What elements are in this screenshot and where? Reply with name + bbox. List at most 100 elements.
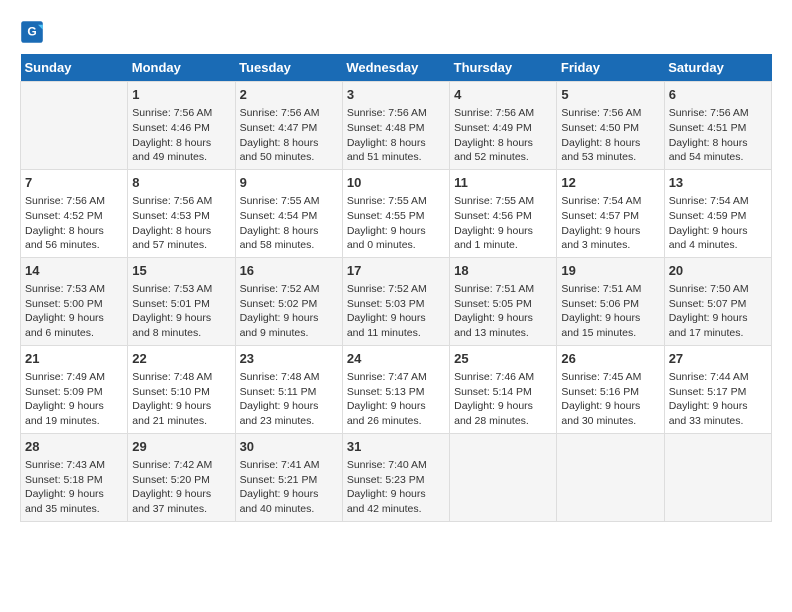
header-sunday: Sunday (21, 54, 128, 82)
cell-content: Sunrise: 7:48 AMSunset: 5:10 PMDaylight:… (132, 370, 230, 429)
day-number: 19 (561, 262, 659, 280)
calendar-cell: 10 Sunrise: 7:55 AMSunset: 4:55 PMDayligh… (342, 169, 449, 257)
day-number: 14 (25, 262, 123, 280)
cell-content: Sunrise: 7:56 AMSunset: 4:50 PMDaylight:… (561, 106, 659, 165)
cell-content: Sunrise: 7:56 AMSunset: 4:52 PMDaylight:… (25, 194, 123, 253)
calendar-cell (557, 433, 664, 521)
day-number: 22 (132, 350, 230, 368)
cell-content: Sunrise: 7:54 AMSunset: 4:57 PMDaylight:… (561, 194, 659, 253)
calendar-cell: 4 Sunrise: 7:56 AMSunset: 4:49 PMDaylight… (450, 82, 557, 170)
page-header: G (20, 20, 772, 44)
logo-icon: G (20, 20, 44, 44)
day-number: 28 (25, 438, 123, 456)
calendar-cell: 14 Sunrise: 7:53 AMSunset: 5:00 PMDayligh… (21, 257, 128, 345)
cell-content: Sunrise: 7:44 AMSunset: 5:17 PMDaylight:… (669, 370, 767, 429)
day-number: 18 (454, 262, 552, 280)
cell-content: Sunrise: 7:43 AMSunset: 5:18 PMDaylight:… (25, 458, 123, 517)
calendar-cell: 5 Sunrise: 7:56 AMSunset: 4:50 PMDaylight… (557, 82, 664, 170)
day-number: 31 (347, 438, 445, 456)
day-number: 7 (25, 174, 123, 192)
day-number: 16 (240, 262, 338, 280)
calendar-cell: 13 Sunrise: 7:54 AMSunset: 4:59 PMDayligh… (664, 169, 771, 257)
calendar-cell: 29 Sunrise: 7:42 AMSunset: 5:20 PMDayligh… (128, 433, 235, 521)
week-row-1: 7 Sunrise: 7:56 AMSunset: 4:52 PMDaylight… (21, 169, 772, 257)
cell-content: Sunrise: 7:47 AMSunset: 5:13 PMDaylight:… (347, 370, 445, 429)
cell-content: Sunrise: 7:53 AMSunset: 5:00 PMDaylight:… (25, 282, 123, 341)
calendar-cell: 23 Sunrise: 7:48 AMSunset: 5:11 PMDayligh… (235, 345, 342, 433)
day-number: 2 (240, 86, 338, 104)
calendar-cell: 21 Sunrise: 7:49 AMSunset: 5:09 PMDayligh… (21, 345, 128, 433)
cell-content: Sunrise: 7:55 AMSunset: 4:56 PMDaylight:… (454, 194, 552, 253)
cell-content: Sunrise: 7:56 AMSunset: 4:47 PMDaylight:… (240, 106, 338, 165)
cell-content: Sunrise: 7:54 AMSunset: 4:59 PMDaylight:… (669, 194, 767, 253)
cell-content: Sunrise: 7:56 AMSunset: 4:49 PMDaylight:… (454, 106, 552, 165)
header-thursday: Thursday (450, 54, 557, 82)
calendar-cell: 19 Sunrise: 7:51 AMSunset: 5:06 PMDayligh… (557, 257, 664, 345)
day-number: 5 (561, 86, 659, 104)
calendar-cell: 6Sunrise: 7:56 AMSunset: 4:51 PMDaylight… (664, 82, 771, 170)
day-number: 9 (240, 174, 338, 192)
calendar-cell: 3 Sunrise: 7:56 AMSunset: 4:48 PMDaylight… (342, 82, 449, 170)
header-wednesday: Wednesday (342, 54, 449, 82)
calendar-cell: 12 Sunrise: 7:54 AMSunset: 4:57 PMDayligh… (557, 169, 664, 257)
day-number: 24 (347, 350, 445, 368)
day-number: 17 (347, 262, 445, 280)
calendar-table: SundayMondayTuesdayWednesdayThursdayFrid… (20, 54, 772, 522)
day-number: 15 (132, 262, 230, 280)
cell-content: Sunrise: 7:42 AMSunset: 5:20 PMDaylight:… (132, 458, 230, 517)
cell-content: Sunrise: 7:55 AMSunset: 4:54 PMDaylight:… (240, 194, 338, 253)
day-number: 26 (561, 350, 659, 368)
calendar-cell: 8 Sunrise: 7:56 AMSunset: 4:53 PMDaylight… (128, 169, 235, 257)
cell-content: Sunrise: 7:56 AMSunset: 4:48 PMDaylight:… (347, 106, 445, 165)
calendar-cell (450, 433, 557, 521)
day-number: 23 (240, 350, 338, 368)
week-row-3: 21 Sunrise: 7:49 AMSunset: 5:09 PMDayligh… (21, 345, 772, 433)
day-number: 4 (454, 86, 552, 104)
cell-content: Sunrise: 7:46 AMSunset: 5:14 PMDaylight:… (454, 370, 552, 429)
calendar-cell: 7 Sunrise: 7:56 AMSunset: 4:52 PMDaylight… (21, 169, 128, 257)
calendar-cell (21, 82, 128, 170)
week-row-4: 28 Sunrise: 7:43 AMSunset: 5:18 PMDayligh… (21, 433, 772, 521)
day-number: 27 (669, 350, 767, 368)
day-number: 3 (347, 86, 445, 104)
logo: G (20, 20, 48, 44)
calendar-cell: 30Sunrise: 7:41 AMSunset: 5:21 PMDayligh… (235, 433, 342, 521)
calendar-cell: 25 Sunrise: 7:46 AMSunset: 5:14 PMDayligh… (450, 345, 557, 433)
day-number: 21 (25, 350, 123, 368)
cell-content: Sunrise: 7:53 AMSunset: 5:01 PMDaylight:… (132, 282, 230, 341)
day-number: 20 (669, 262, 767, 280)
day-number: 25 (454, 350, 552, 368)
cell-content: Sunrise: 7:51 AMSunset: 5:06 PMDaylight:… (561, 282, 659, 341)
cell-content: Sunrise: 7:48 AMSunset: 5:11 PMDaylight:… (240, 370, 338, 429)
header-friday: Friday (557, 54, 664, 82)
day-number: 30 (240, 438, 338, 456)
calendar-cell: 17 Sunrise: 7:52 AMSunset: 5:03 PMDayligh… (342, 257, 449, 345)
calendar-cell: 1Sunrise: 7:56 AMSunset: 4:46 PMDaylight… (128, 82, 235, 170)
cell-content: Sunrise: 7:52 AMSunset: 5:03 PMDaylight:… (347, 282, 445, 341)
calendar-cell: 27 Sunrise: 7:44 AMSunset: 5:17 PMDayligh… (664, 345, 771, 433)
day-number: 10 (347, 174, 445, 192)
calendar-cell: 20 Sunrise: 7:50 AMSunset: 5:07 PMDayligh… (664, 257, 771, 345)
cell-content: Sunrise: 7:52 AMSunset: 5:02 PMDaylight:… (240, 282, 338, 341)
calendar-cell: 16 Sunrise: 7:52 AMSunset: 5:02 PMDayligh… (235, 257, 342, 345)
cell-content: Sunrise: 7:56 AMSunset: 4:51 PMDaylight:… (669, 106, 767, 165)
cell-content: Sunrise: 7:49 AMSunset: 5:09 PMDaylight:… (25, 370, 123, 429)
calendar-header-row: SundayMondayTuesdayWednesdayThursdayFrid… (21, 54, 772, 82)
day-number: 13 (669, 174, 767, 192)
svg-text:G: G (27, 25, 36, 39)
header-monday: Monday (128, 54, 235, 82)
cell-content: Sunrise: 7:40 AMSunset: 5:23 PMDaylight:… (347, 458, 445, 517)
cell-content: Sunrise: 7:55 AMSunset: 4:55 PMDaylight:… (347, 194, 445, 253)
cell-content: Sunrise: 7:50 AMSunset: 5:07 PMDaylight:… (669, 282, 767, 341)
header-saturday: Saturday (664, 54, 771, 82)
cell-content: Sunrise: 7:51 AMSunset: 5:05 PMDaylight:… (454, 282, 552, 341)
calendar-cell: 18 Sunrise: 7:51 AMSunset: 5:05 PMDayligh… (450, 257, 557, 345)
calendar-cell: 24 Sunrise: 7:47 AMSunset: 5:13 PMDayligh… (342, 345, 449, 433)
day-number: 8 (132, 174, 230, 192)
cell-content: Sunrise: 7:56 AMSunset: 4:53 PMDaylight:… (132, 194, 230, 253)
day-number: 29 (132, 438, 230, 456)
calendar-cell: 28 Sunrise: 7:43 AMSunset: 5:18 PMDayligh… (21, 433, 128, 521)
calendar-cell: 15 Sunrise: 7:53 AMSunset: 5:01 PMDayligh… (128, 257, 235, 345)
day-number: 12 (561, 174, 659, 192)
calendar-cell: 2 Sunrise: 7:56 AMSunset: 4:47 PMDaylight… (235, 82, 342, 170)
